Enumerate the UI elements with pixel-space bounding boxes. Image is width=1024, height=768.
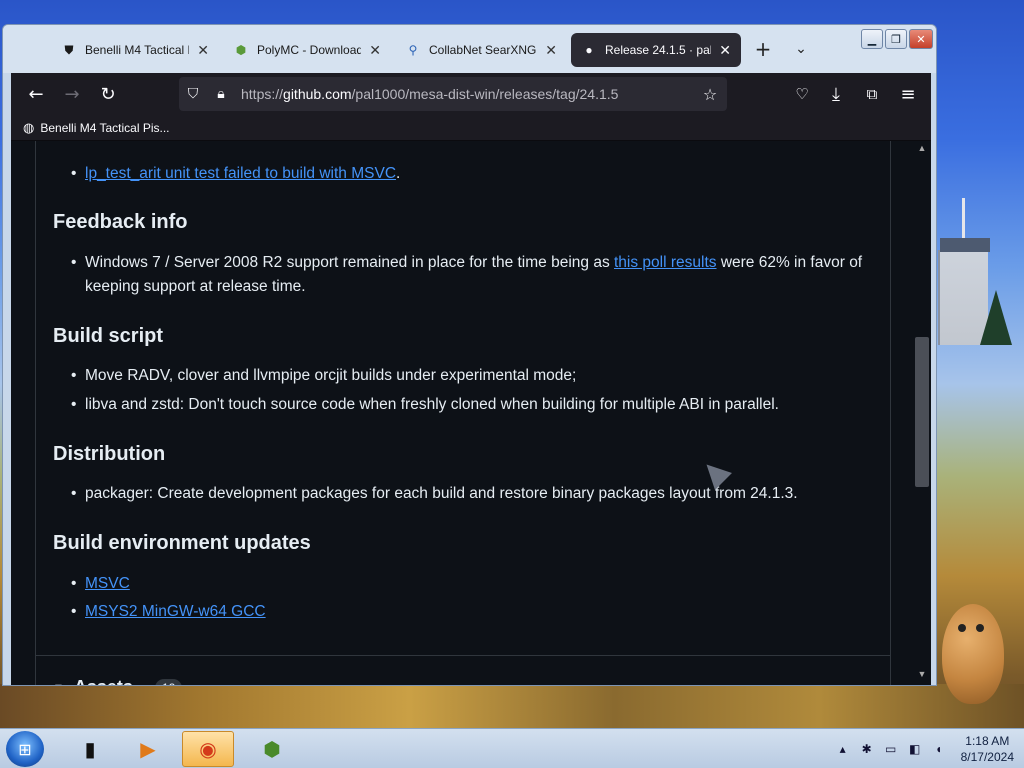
reload-icon[interactable]: ↻ [95, 81, 121, 107]
download-icon[interactable]: ⤓ [823, 81, 849, 107]
taskbar: ⊞ ▮ ▶ ◉ ⬢ ▴ ✱ ▭ ◧ ◖ 1:18 AM 8/17/2024 [0, 728, 1024, 768]
url-scheme: https:// [241, 86, 284, 102]
mascot-eye-icon [976, 624, 984, 632]
tab-label: Release 24.1.5 · pal100 [605, 43, 712, 57]
bullet: • [71, 396, 77, 413]
close-icon[interactable]: ✕ [369, 42, 381, 59]
browser-window: ⛊ Benelli M4 Tactical Pi ✕ ⬢ PolyMC - Do… [2, 24, 937, 686]
maximize-button[interactable]: ❐ [885, 29, 907, 49]
msys2-link[interactable]: MSYS2 MinGW-w64 GCC [85, 603, 266, 620]
tab-searxng[interactable]: ⚲ CollabNet SearXNG ✕ [395, 33, 567, 67]
github-icon: ● [585, 43, 593, 57]
tab-bar: ⛊ Benelli M4 Tactical Pi ✕ ⬢ PolyMC - Do… [3, 25, 936, 73]
tab-polymc[interactable]: ⬢ PolyMC - Download P ✕ [223, 33, 391, 67]
network-icon[interactable]: ◧ [907, 741, 923, 757]
bookmarks-toolbar: ◍ Benelli M4 Tactical Pis... [11, 115, 931, 141]
list-item-text: Windows 7 / Server 2008 R2 support remai… [85, 254, 614, 271]
extensions-icon[interactable]: ⧉ [859, 81, 885, 107]
scroll-up-icon[interactable]: ▲ [915, 143, 929, 157]
lock-icon[interactable]: 🔒︎ [207, 77, 235, 111]
list-item: • Windows 7 / Server 2008 R2 support rem… [71, 251, 871, 299]
show-hidden-icons-icon[interactable]: ▴ [835, 741, 851, 757]
close-icon[interactable]: ✕ [197, 42, 209, 59]
assets-count-badge: 12 [154, 678, 183, 685]
msvc-link[interactable]: MSVC [85, 575, 130, 592]
display-icon[interactable]: ▭ [883, 741, 899, 757]
clock[interactable]: 1:18 AM 8/17/2024 [961, 733, 1014, 765]
bullet: • [71, 485, 77, 502]
window-close-button[interactable]: ✕ [909, 29, 933, 49]
scrollbar[interactable]: ▲ ▼ [913, 141, 931, 685]
pocket-icon[interactable]: ♡ [789, 81, 815, 107]
volume-icon[interactable]: ◖ [931, 741, 947, 757]
polymc-favicon-icon: ⬢ [235, 43, 247, 57]
desktop-wallpaper-strip [0, 684, 1024, 728]
divider [35, 655, 891, 656]
bullet: • [71, 254, 77, 271]
section-heading-build-environment: Build environment updates [53, 532, 311, 554]
close-icon[interactable]: ✕ [719, 42, 731, 59]
start-button[interactable]: ⊞ [6, 731, 44, 767]
tab-label: CollabNet SearXNG [429, 43, 537, 57]
url-host: github.com [283, 86, 352, 102]
shield-favicon-icon: ⛊ [64, 42, 74, 57]
tab-list-button[interactable]: ⌄ [789, 37, 813, 61]
section-heading-distribution: Distribution [53, 443, 166, 465]
section-heading-feedback: Feedback info [53, 211, 188, 233]
clock-time: 1:18 AM [965, 734, 1010, 748]
list-item-suffix: . [396, 165, 401, 182]
url-text[interactable]: https://github.com/pal1000/mesa-dist-win… [241, 86, 618, 102]
list-item-text: packager: Create development packages fo… [85, 485, 798, 502]
system-tray: ▴ ✱ ▭ ◧ ◖ 1:18 AM 8/17/2024 [835, 729, 1014, 768]
caret-down-icon: ▼ [53, 682, 64, 686]
url-path: /pal1000/mesa-dist-win/releases/tag/24.1… [351, 86, 619, 102]
section-heading-build-script: Build script [53, 325, 164, 347]
page-content: • lp_test_arit unit test failed to build… [11, 141, 931, 686]
minimize-button[interactable]: ▁ [861, 29, 883, 49]
bullet: • [71, 575, 77, 592]
polymc-app-icon[interactable]: ⬢ [246, 731, 298, 767]
bookmark-star-icon[interactable]: ☆ [699, 83, 721, 105]
assets-title: Assets [74, 677, 133, 685]
bullet: • [71, 603, 77, 620]
search-icon: ⚲ [408, 43, 418, 57]
tab-benelli[interactable]: ⛊ Benelli M4 Tactical Pi ✕ [51, 33, 219, 67]
assets-toggle[interactable]: ▼ Assets 12 [53, 677, 183, 686]
globe-icon: ◍ [23, 119, 35, 135]
list-item-text: libva and zstd: Don't touch source code … [85, 396, 779, 413]
media-player-app-icon[interactable]: ▶ [122, 731, 174, 767]
terminal-app-icon[interactable]: ▮ [64, 731, 116, 767]
desktop-mascot [942, 604, 1004, 704]
bullet: • [71, 367, 77, 384]
shield-tracking-icon[interactable]: ⛉ [179, 77, 207, 111]
tab-label: Benelli M4 Tactical Pi [85, 43, 190, 57]
desktop-tree [980, 290, 1012, 345]
tab-label: PolyMC - Download P [257, 43, 362, 57]
bookmark-item[interactable]: Benelli M4 Tactical Pis... [40, 121, 169, 135]
tab-release[interactable]: ● Release 24.1.5 · pal100 ✕ [571, 33, 741, 67]
forward-arrow-icon[interactable]: → [59, 81, 85, 107]
poll-results-link[interactable]: this poll results [614, 254, 717, 271]
close-icon[interactable]: ✕ [545, 42, 557, 59]
new-tab-button[interactable]: + [751, 37, 775, 61]
firefox-app-icon[interactable]: ◉ [182, 731, 234, 767]
navigation-toolbar: ← → ↻ ⛉ 🔒︎ https://github.com/pal1000/me… [11, 73, 931, 115]
scrollbar-thumb[interactable] [915, 337, 929, 487]
back-arrow-icon[interactable]: ← [23, 81, 49, 107]
menu-icon[interactable]: ≡ [895, 81, 921, 107]
bluetooth-icon[interactable]: ✱ [859, 741, 875, 757]
clock-date: 8/17/2024 [960, 750, 1014, 764]
mascot-eye-icon [958, 624, 966, 632]
scroll-down-icon[interactable]: ▼ [915, 669, 929, 683]
list-item-text: Move RADV, clover and llvmpipe orcjit bu… [85, 367, 577, 384]
bullet: • [71, 165, 77, 182]
issue-link[interactable]: lp_test_arit unit test failed to build w… [85, 165, 396, 182]
url-bar[interactable]: ⛉ 🔒︎ https://github.com/pal1000/mesa-dis… [179, 77, 727, 111]
